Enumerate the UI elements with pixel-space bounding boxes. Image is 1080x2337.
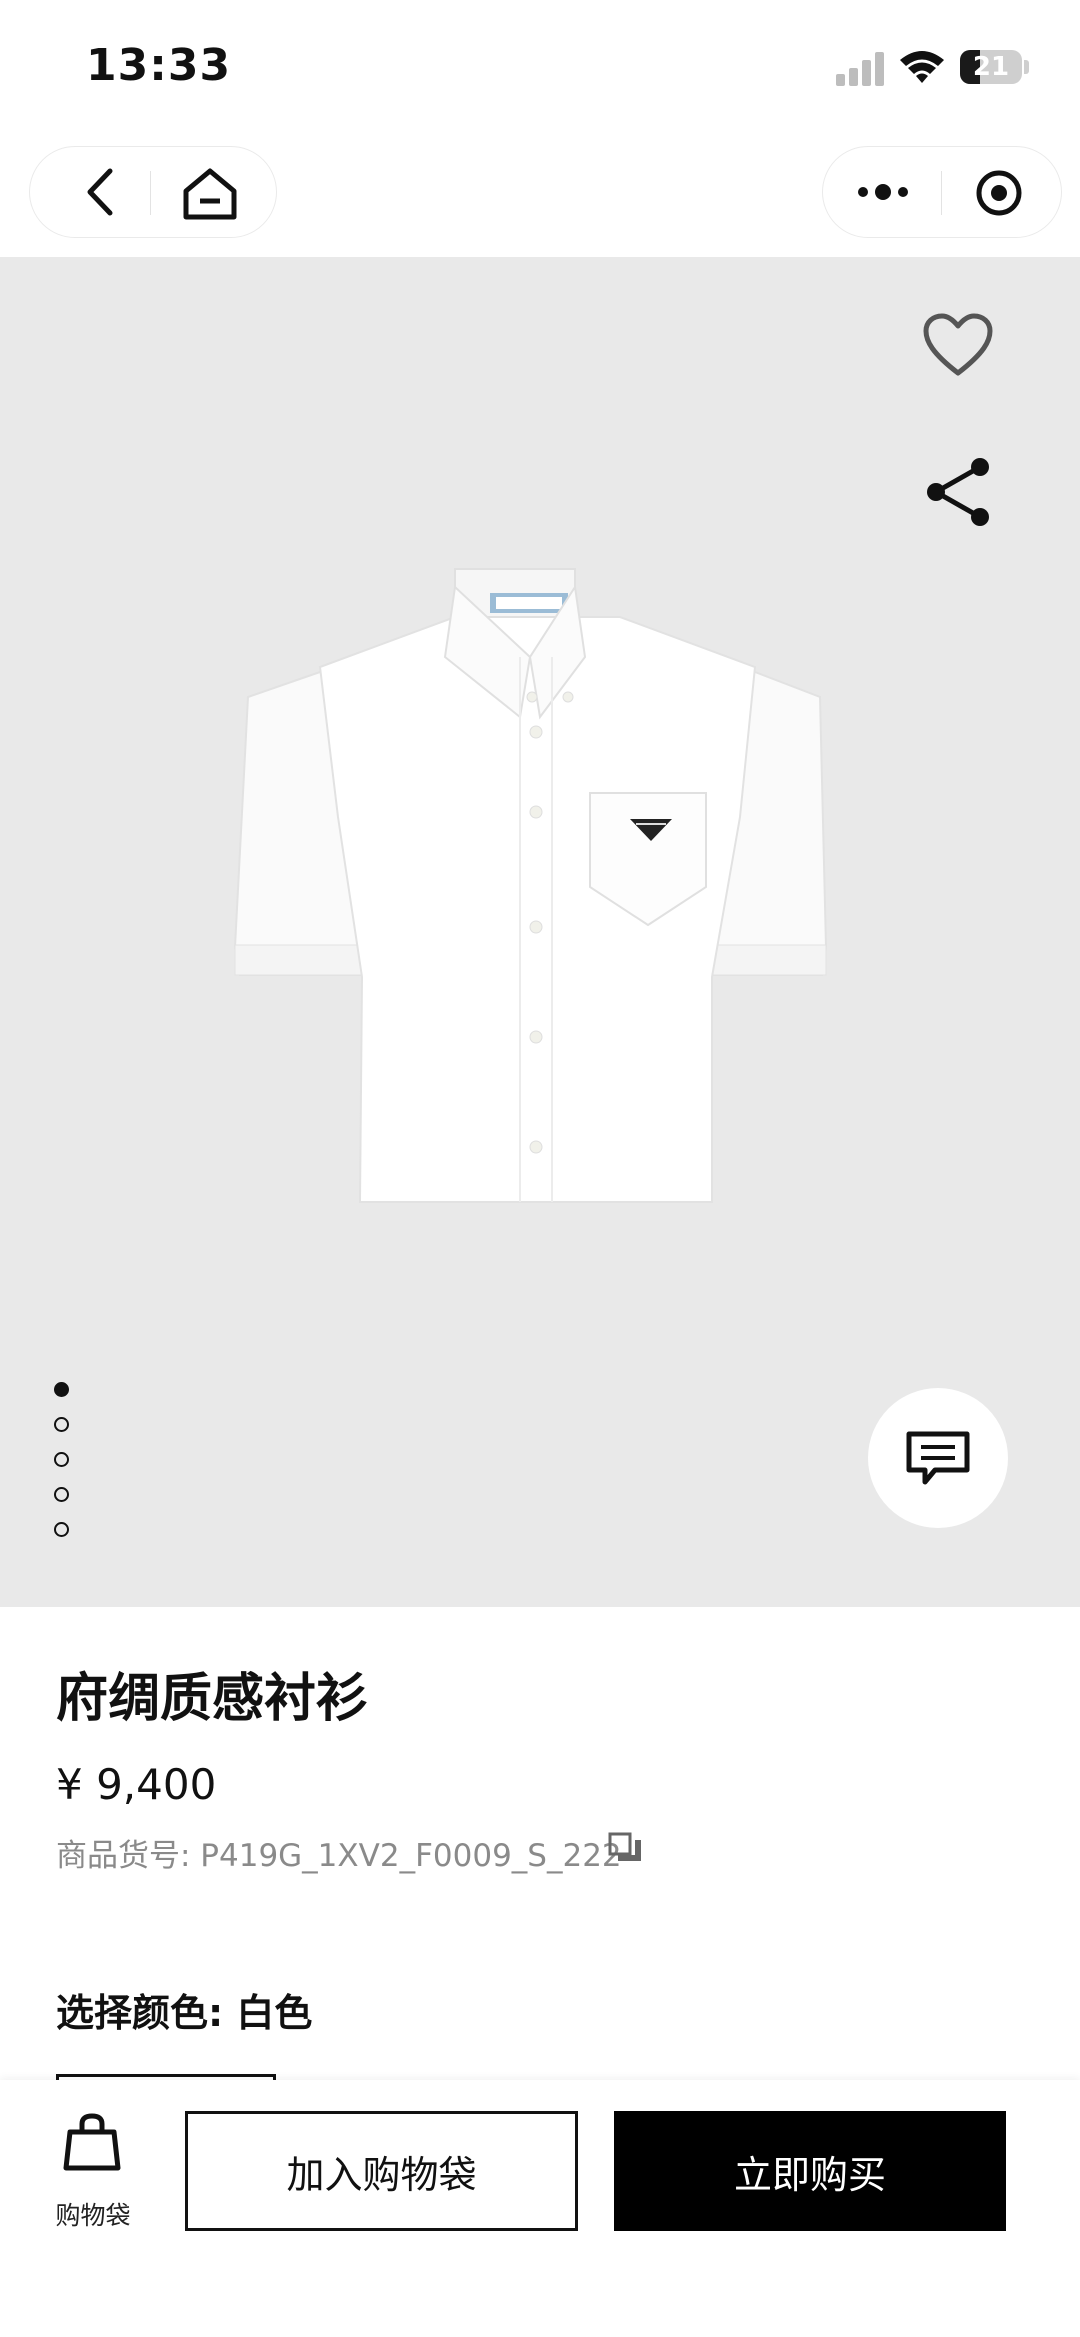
add-to-bag-button[interactable]: 加入购物袋 [185,2111,578,2231]
share-icon[interactable] [922,455,994,529]
back-icon[interactable] [80,167,120,217]
close-miniprogram-icon[interactable] [975,169,1023,217]
product-title: 府绸质感衬衫 [56,1669,369,1729]
pagination-dot[interactable] [54,1417,69,1432]
cellular-signal-icon [836,52,886,86]
copy-icon[interactable] [606,1830,642,1866]
shopping-bag-label[interactable]: 购物袋 [50,2196,136,2232]
image-pagination-dots [54,1382,69,1557]
nav-capsule-right [822,146,1062,238]
favorite-heart-icon[interactable] [922,313,994,377]
product-sku: 商品货号: P419G_1XV2_F0009_S_222 [56,1838,622,1874]
pagination-dot[interactable] [54,1382,69,1397]
shopping-bag-icon[interactable] [60,2110,124,2174]
pagination-dot[interactable] [54,1487,69,1502]
pagination-dot[interactable] [54,1452,69,1467]
home-icon[interactable] [180,165,240,221]
battery-icon: 21 [960,50,1022,84]
pagination-dot[interactable] [54,1522,69,1537]
chat-icon [906,1431,970,1485]
nav-capsule-left [29,146,277,238]
status-time: 13:33 [86,40,232,91]
buy-now-button[interactable]: 立即购买 [614,2111,1006,2231]
customer-service-button[interactable] [868,1388,1008,1528]
color-selection-label: 选择颜色: 白色 [56,1991,313,2035]
battery-level: 21 [972,52,1010,82]
more-icon[interactable] [855,175,911,209]
product-price: ¥ 9,400 [56,1760,217,1809]
wifi-icon [900,51,944,83]
battery-tip [1024,60,1029,74]
